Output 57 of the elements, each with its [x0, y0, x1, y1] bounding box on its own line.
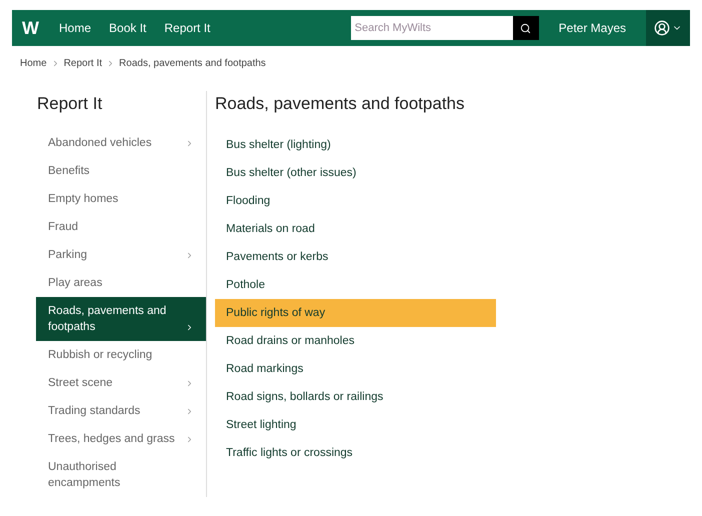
sidebar-item[interactable]: Trading standards [36, 396, 206, 424]
sidebar-item-label: Abandoned vehicles [48, 136, 153, 150]
sidebar-item-label: Benefits [48, 164, 91, 178]
content-link[interactable]: Bus shelter (lighting) [215, 130, 496, 158]
chevron-right-icon [185, 378, 194, 388]
sidebar-item[interactable]: Fraud [36, 212, 206, 240]
sidebar-item-label: Empty homes [48, 192, 120, 206]
content-title: Roads, pavements and footpaths [215, 93, 466, 115]
logo[interactable]: W [22, 14, 39, 42]
sidebar-item-label: Trees, hedges and grass [48, 432, 176, 446]
chevron-right-icon [185, 250, 194, 260]
content-link[interactable]: Pothole [215, 270, 496, 298]
user-icon [654, 20, 670, 36]
sidebar-item[interactable]: Play areas [36, 268, 206, 296]
sidebar-item[interactable]: Parking [36, 240, 206, 268]
nav-link[interactable]: Home [59, 19, 92, 37]
sidebar-item[interactable]: Abandoned vehicles [36, 128, 206, 156]
content-link[interactable]: Pavements or kerbs [215, 242, 496, 270]
chevron-right-icon [185, 406, 194, 416]
sidebar-item-label: Fraud [48, 220, 80, 234]
breadcrumb-link[interactable]: Home [20, 56, 47, 71]
sidebar-title: Report It [37, 93, 104, 115]
search-icon [520, 22, 532, 34]
chevron-right-icon [185, 138, 194, 148]
chevron-right-icon [185, 322, 194, 332]
breadcrumb-current-page: Roads, pavements and footpaths [119, 57, 266, 71]
nav-link[interactable]: Book It [109, 19, 146, 37]
search-field[interactable]: Search MyWilts [350, 16, 513, 40]
sidebar-item-label: Trading standards [48, 404, 142, 418]
sidebar-item-label: Roads, pavements and footpaths [48, 304, 168, 334]
search-button[interactable] [512, 16, 539, 40]
sidebar-item[interactable]: Rubbish or recycling [36, 340, 206, 368]
content-link[interactable]: Road signs, bollards or railings [215, 382, 496, 410]
account-menu-button[interactable] [646, 10, 690, 46]
sidebar-item[interactable]: Empty homes [36, 184, 206, 212]
user-name[interactable]: Peter Mayes [558, 19, 626, 37]
sidebar-item-label: Street scene [48, 376, 114, 390]
nav-link[interactable]: Report It [164, 19, 210, 37]
content-link[interactable]: Materials on road [215, 214, 496, 242]
content-link[interactable]: Traffic lights or crossings [215, 438, 496, 466]
content-link[interactable]: Road drains or manholes [215, 326, 496, 354]
sidebar-item-label: Unauthorised encampments [48, 460, 122, 490]
sidebar-item[interactable]: Unauthorised encampments [36, 452, 206, 496]
content-link[interactable]: Public rights of way [215, 298, 496, 326]
sidebar-item-label: Play areas [48, 276, 104, 290]
content-link[interactable]: Flooding [215, 186, 496, 214]
content-link[interactable]: Bus shelter (other issues) [215, 158, 496, 186]
sidebar-item[interactable]: Street scene [36, 368, 206, 396]
sidebar-item[interactable]: Benefits [36, 156, 206, 184]
content-link[interactable]: Road markings [215, 354, 496, 382]
chevron-right-icon [185, 434, 194, 444]
sidebar-item[interactable]: Roads, pavements and footpaths [36, 296, 206, 340]
breadcrumb-link[interactable]: Report It [64, 56, 102, 71]
content-link[interactable]: Street lighting [215, 410, 496, 438]
sidebar-item[interactable]: Trees, hedges and grass [36, 424, 206, 452]
sidebar-item-label: Parking [48, 248, 88, 262]
sidebar-item-label: Rubbish or recycling [48, 348, 154, 362]
